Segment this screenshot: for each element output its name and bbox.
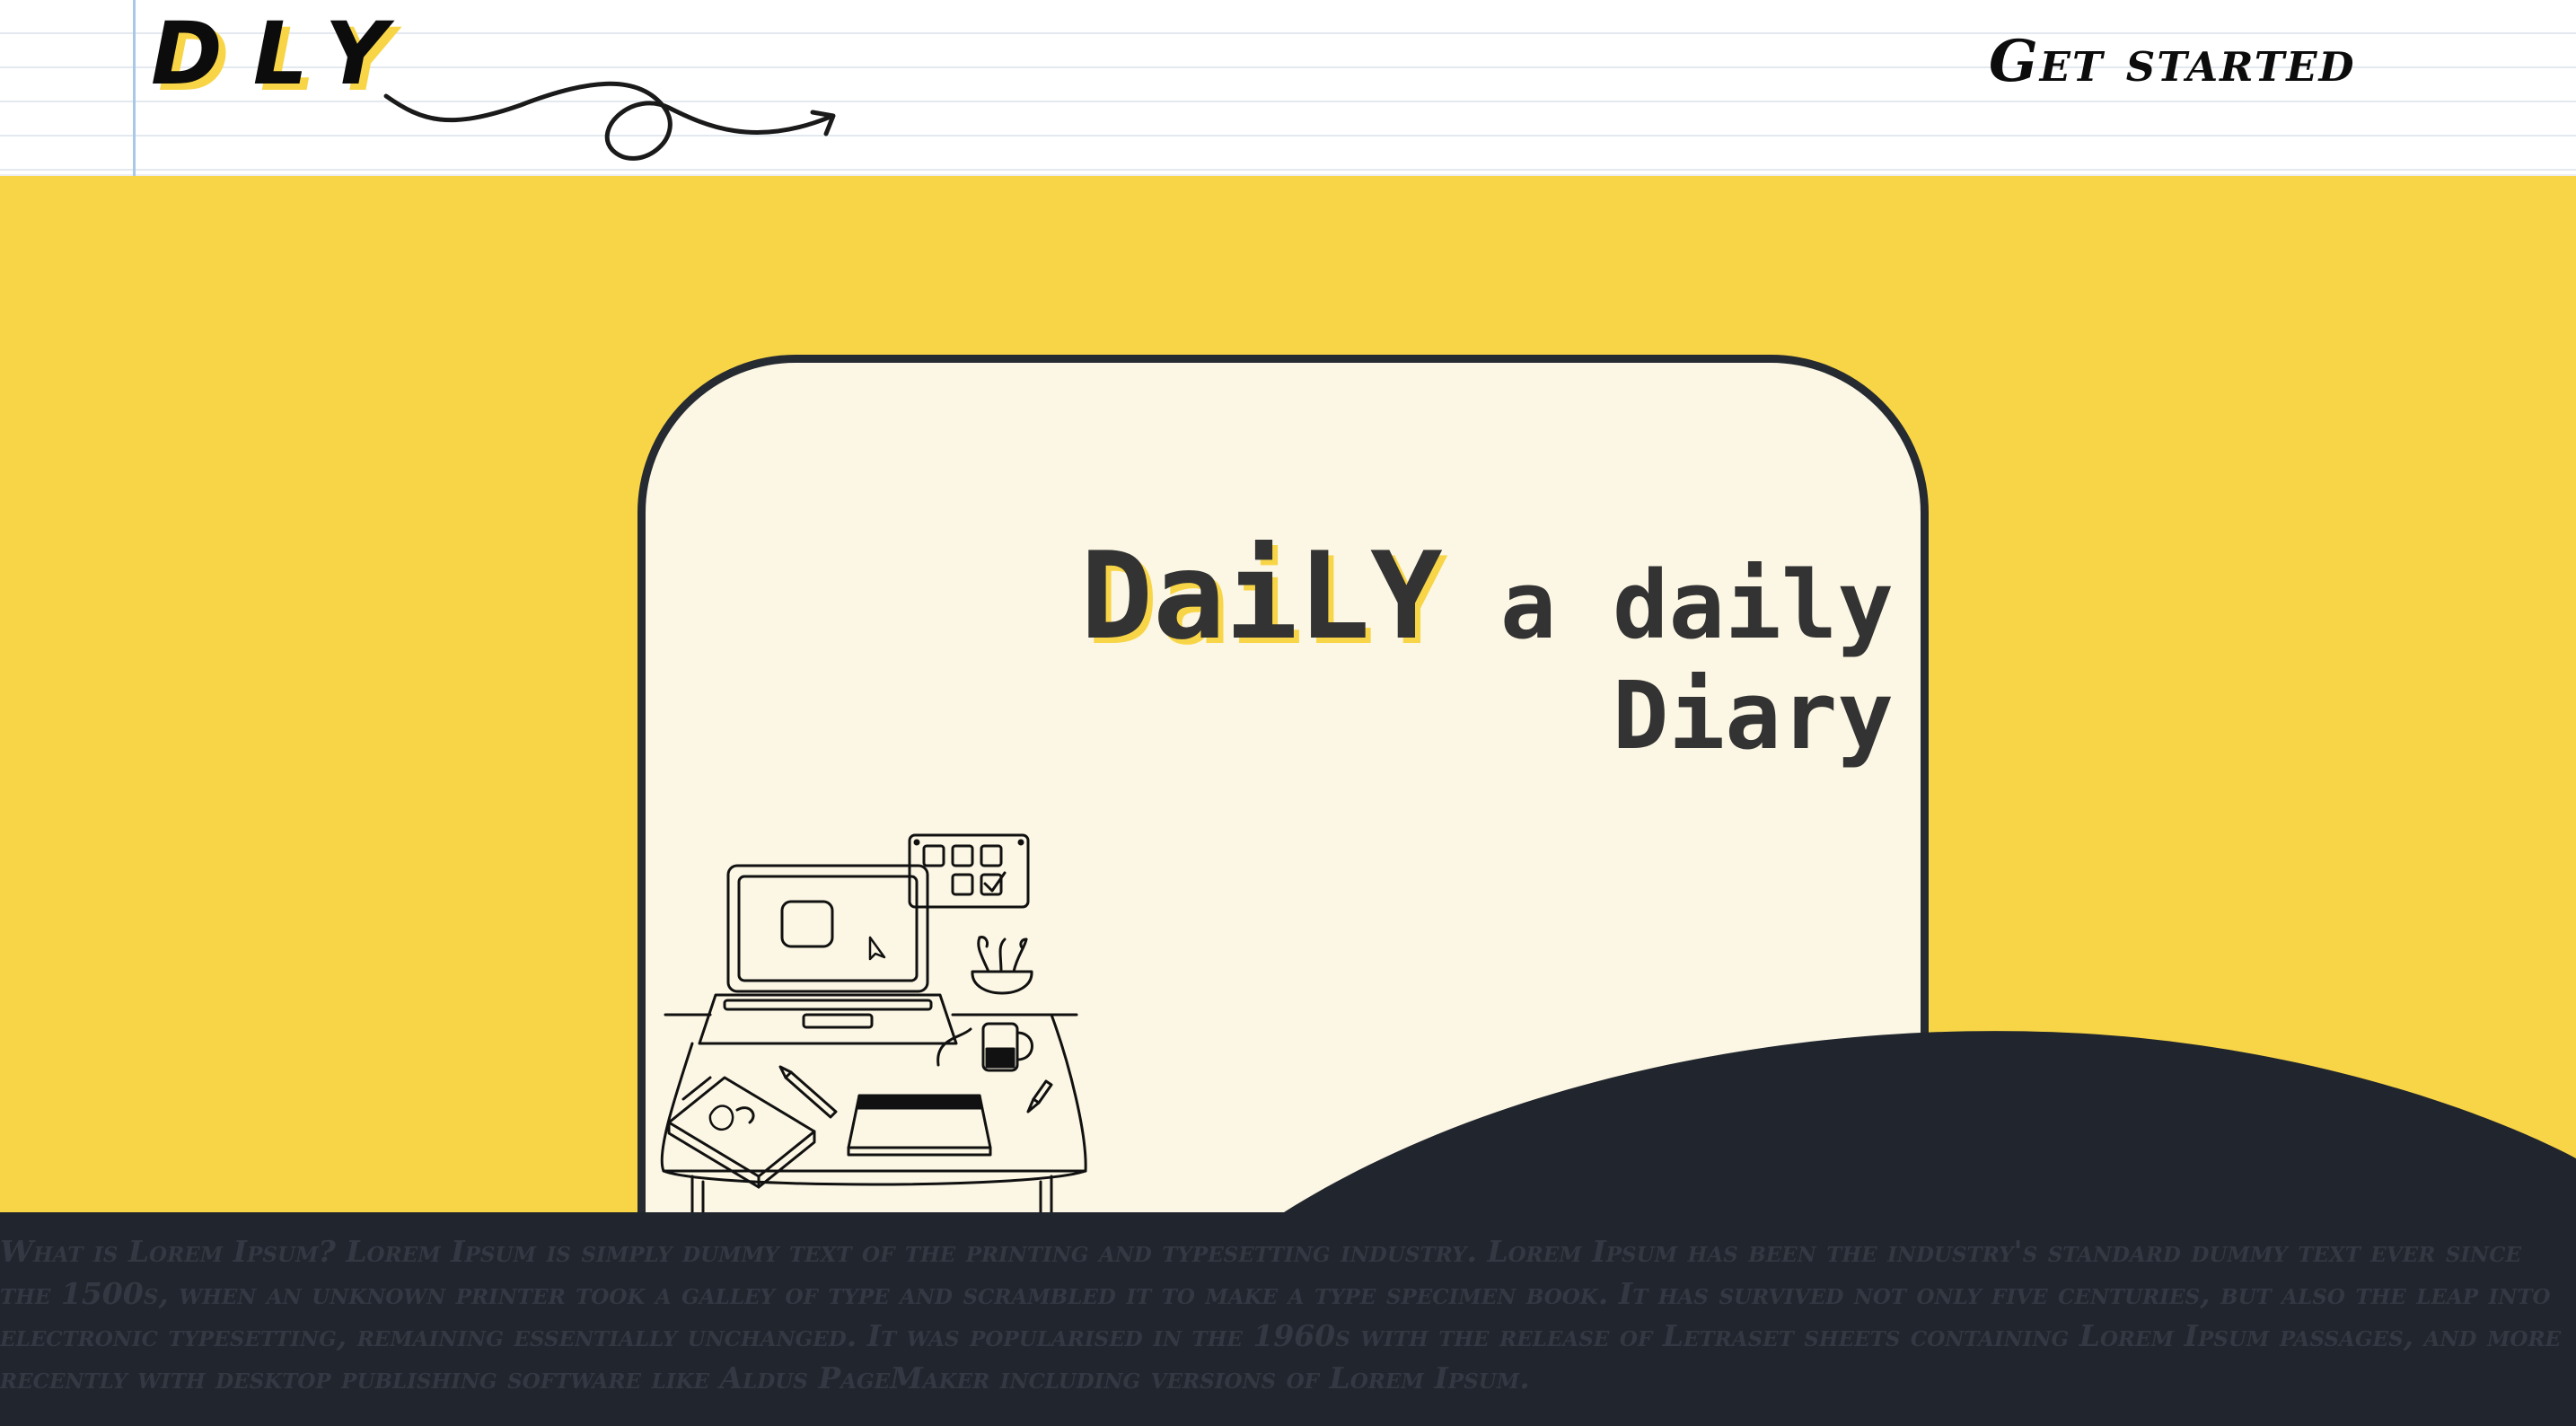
site-header: DLY Get started [0,0,2576,176]
landing-page: DLY Get started DaiLY a daily Diary What… [0,0,2576,1426]
notebook-margin-line [133,0,136,176]
hero-brand-word: DaiLY [1080,526,1443,666]
plant-pot-icon [971,936,1033,995]
laptop-icon [698,864,958,1045]
hero-tagline: a daily Diary [1499,550,1894,771]
hero-title: DaiLY a daily Diary [816,529,1894,769]
get-started-button[interactable]: Get started [1989,30,2356,93]
squiggle-arrow-icon [383,81,836,161]
footer-lorem-text: What is Lorem Ipsum? Lorem Ipsum is simp… [0,1234,2562,1395]
